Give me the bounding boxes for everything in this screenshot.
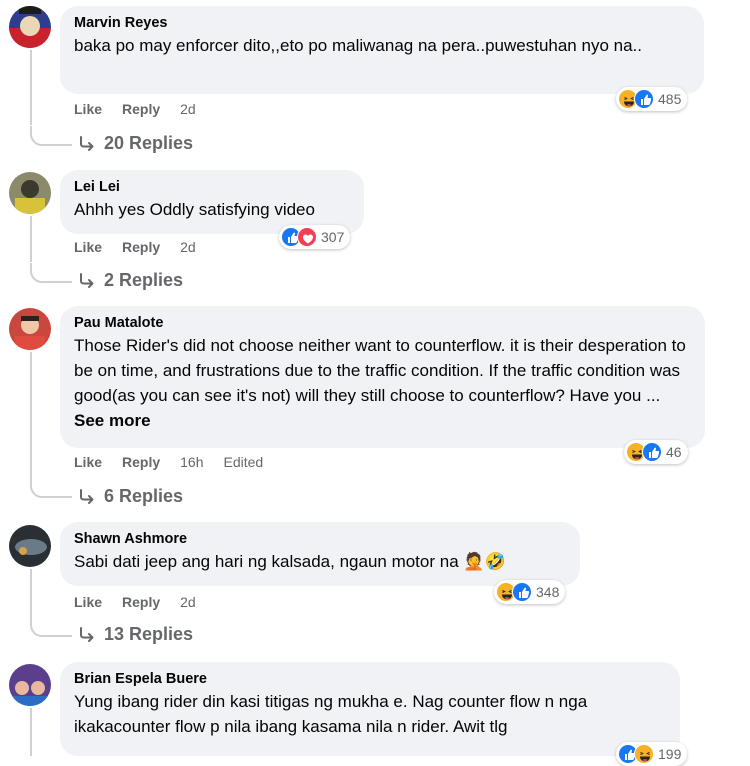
comment-author[interactable]: Marvin Reyes (74, 14, 692, 33)
avatar-image (9, 6, 51, 48)
like-button[interactable]: Like (74, 239, 102, 255)
thread-connector (30, 478, 72, 498)
replies-count: 2 Replies (104, 270, 184, 290)
avatar-image (9, 172, 51, 214)
reply-button[interactable]: Reply (122, 594, 160, 610)
comment-actions: Like Reply 2d (74, 594, 196, 610)
comment-bubble: Brian Espela Buere Yung ibang rider din … (60, 662, 680, 756)
like-icon (634, 89, 654, 109)
like-button[interactable]: Like (74, 594, 102, 610)
reaction-summary[interactable]: 348 (494, 580, 566, 604)
comment-text-body: Sabi dati jeep ang hari ng kalsada, ngau… (74, 552, 459, 571)
reply-arrow-icon (78, 136, 96, 152)
view-replies-link[interactable]: 20 Replies (78, 133, 193, 154)
avatar-image (9, 525, 51, 567)
like-icon (642, 442, 662, 462)
reply-arrow-icon (78, 273, 96, 289)
comment-actions: Like Reply 2d (74, 239, 196, 255)
comment-timestamp[interactable]: 16h (180, 454, 203, 470)
reaction-summary[interactable]: 46 (624, 440, 688, 464)
comment-bubble: Pau Matalote Those Rider's did not choos… (60, 306, 705, 448)
thread-connector (30, 617, 72, 637)
avatar[interactable] (9, 308, 51, 350)
comment-timestamp[interactable]: 2d (180, 594, 196, 610)
reaction-count: 485 (658, 91, 682, 107)
view-replies-link[interactable]: 13 Replies (78, 624, 193, 645)
comment-actions: Like Reply 16h Edited (74, 454, 263, 470)
see-more-link[interactable]: See more (74, 411, 151, 430)
reaction-count: 348 (536, 584, 560, 600)
reply-arrow-icon (78, 627, 96, 643)
comment-bubble: Marvin Reyes baka po may enforcer dito,,… (60, 6, 704, 94)
thread-line (30, 216, 32, 262)
reaction-summary[interactable]: 199 (616, 742, 688, 766)
reply-button[interactable]: Reply (122, 454, 160, 470)
thread-line (30, 708, 32, 756)
avatar-image (9, 308, 51, 350)
thread-line (30, 50, 32, 125)
thread-connector (30, 263, 72, 283)
thread-line (30, 569, 32, 617)
comment-timestamp[interactable]: 2d (180, 101, 196, 117)
thread-line (30, 352, 32, 478)
reply-button[interactable]: Reply (122, 101, 160, 117)
comment-text: Ahhh yes Oddly satisfying video (74, 200, 315, 219)
reply-button[interactable]: Reply (122, 239, 160, 255)
comment-text: Sabi dati jeep ang hari ng kalsada, ngau… (74, 549, 568, 574)
comment-text: baka po may enforcer dito,,eto po maliwa… (74, 36, 642, 55)
comment-actions: Like Reply 2d (74, 101, 196, 117)
avatar[interactable] (9, 172, 51, 214)
like-button[interactable]: Like (74, 101, 102, 117)
facepalm-laugh-emoji: 🤦🤣 (463, 552, 506, 571)
comment-author[interactable]: Pau Matalote (74, 314, 693, 333)
view-replies-link[interactable]: 2 Replies (78, 270, 183, 291)
avatar[interactable] (9, 664, 51, 706)
reaction-count: 307 (321, 229, 345, 245)
avatar[interactable] (9, 6, 51, 48)
view-replies-link[interactable]: 6 Replies (78, 486, 183, 507)
edited-label[interactable]: Edited (224, 454, 264, 470)
reply-arrow-icon (78, 489, 96, 505)
reaction-summary[interactable]: 485 (616, 87, 688, 111)
reaction-count: 46 (666, 444, 682, 460)
reaction-summary[interactable]: 307 (279, 225, 351, 249)
replies-count: 6 Replies (104, 486, 184, 506)
thread-connector (30, 126, 72, 146)
replies-count: 13 Replies (104, 624, 194, 644)
comment-timestamp[interactable]: 2d (180, 239, 196, 255)
comment-author[interactable]: Brian Espela Buere (74, 670, 668, 689)
comment-text: Those Rider's did not choose neither wan… (74, 333, 693, 433)
like-icon (512, 582, 532, 602)
comment-text: Yung ibang rider din kasi titigas ng muk… (74, 692, 588, 736)
reaction-count: 199 (658, 746, 682, 762)
comment-bubble: Shawn Ashmore Sabi dati jeep ang hari ng… (60, 522, 580, 586)
replies-count: 20 Replies (104, 133, 194, 153)
love-icon (297, 227, 317, 247)
haha-icon (634, 744, 654, 764)
like-button[interactable]: Like (74, 454, 102, 470)
avatar[interactable] (9, 525, 51, 567)
comment-text-body: Those Rider's did not choose neither wan… (74, 336, 686, 405)
comment-author[interactable]: Lei Lei (74, 178, 352, 197)
comment-author[interactable]: Shawn Ashmore (74, 530, 568, 549)
avatar-image (9, 664, 51, 706)
